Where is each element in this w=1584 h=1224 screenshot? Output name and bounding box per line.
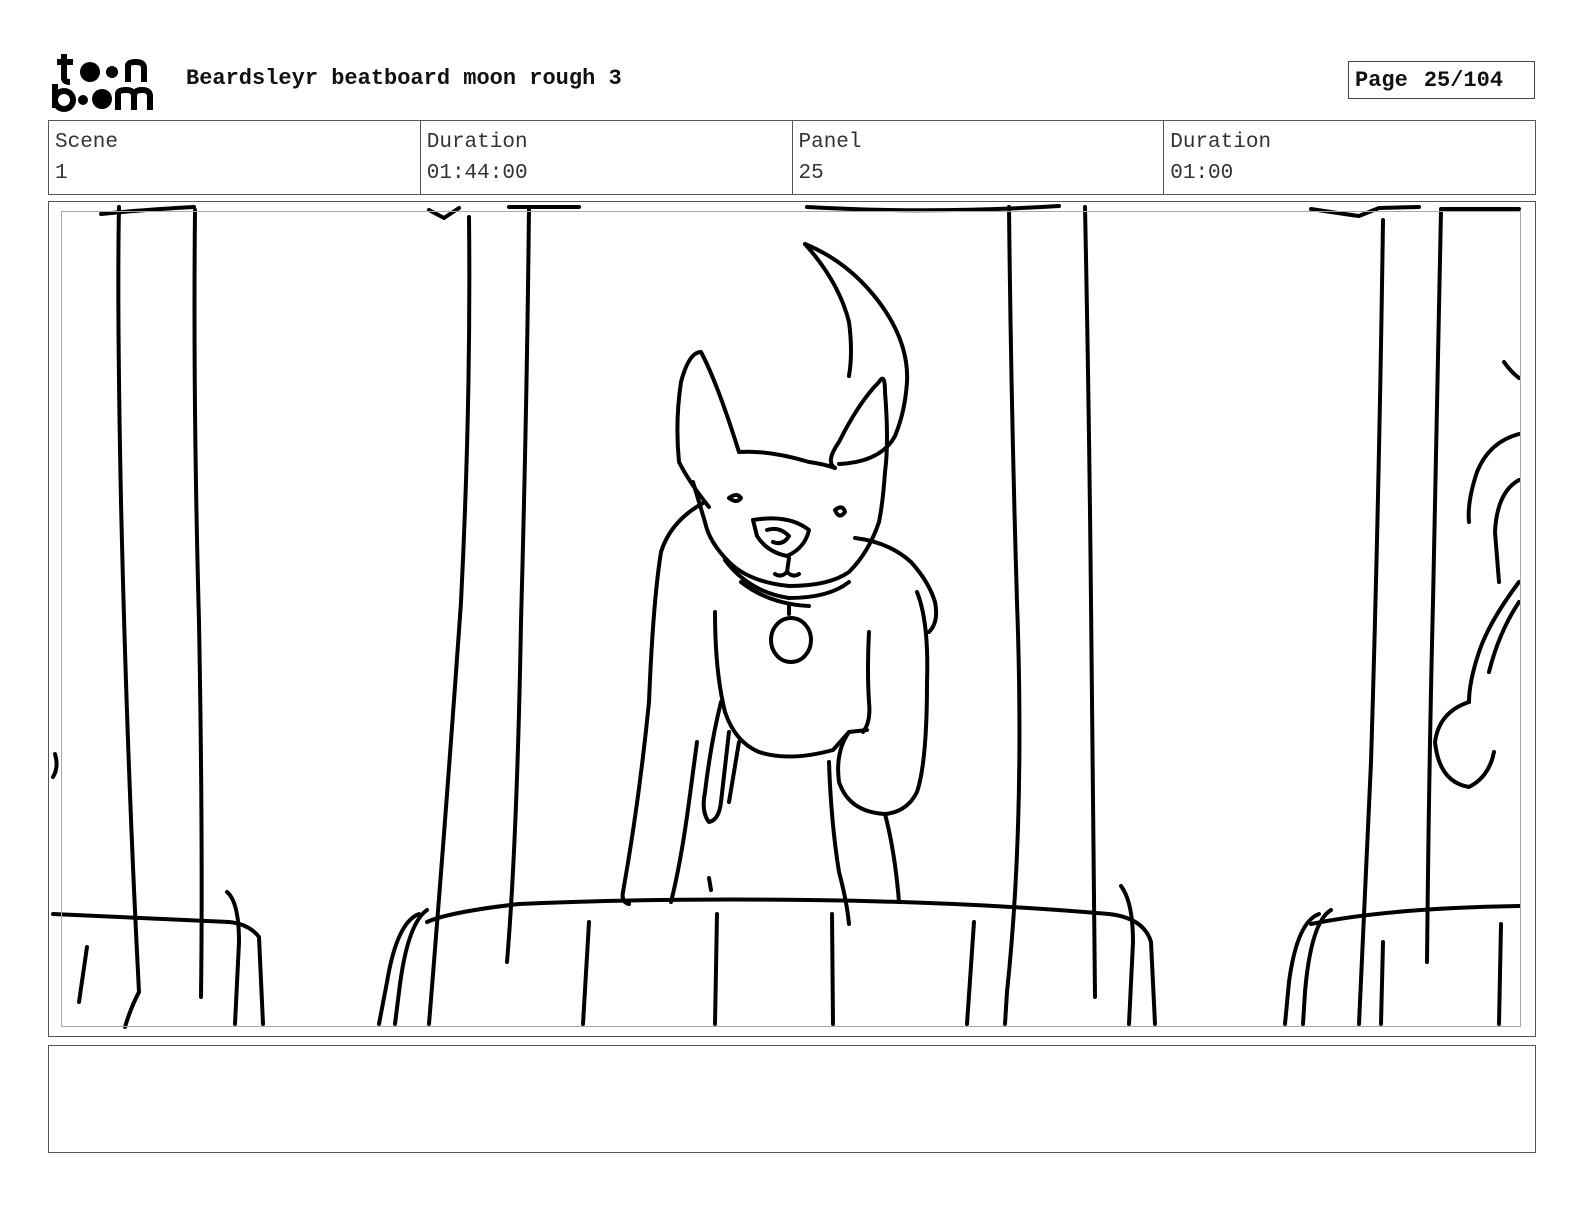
panel-info-row: Scene 1 Duration 01:44:00 Panel 25 Durat…: [48, 120, 1536, 195]
scene-label: Scene: [55, 131, 119, 154]
page-label: Page: [1355, 67, 1408, 93]
scene-duration-label: Duration: [426, 131, 528, 154]
document-title: Beardsleyr beatboard moon rough 3: [186, 66, 622, 91]
storyboard-sketch-icon: [51, 204, 1521, 1029]
panel-duration-label: Duration: [1170, 131, 1272, 154]
scene-duration-cell: Duration 01:44:00: [421, 121, 793, 194]
page-indicator: Page 25/104: [1348, 61, 1535, 99]
scene-duration-value: 01:44:00: [426, 162, 528, 185]
panel-duration-value: 01:00: [1170, 162, 1234, 185]
panel-duration-cell: Duration 01:00: [1164, 121, 1535, 194]
page-number: 25/104: [1423, 67, 1504, 93]
storyboard-panel: [48, 201, 1536, 1037]
scene-cell: Scene 1: [49, 121, 421, 194]
toonboom-logo-icon: [52, 54, 153, 112]
scene-value: 1: [55, 162, 68, 185]
panel-notes-box[interactable]: [48, 1045, 1536, 1153]
panel-label: Panel: [798, 131, 862, 154]
panel-value: 25: [798, 162, 824, 185]
toonboom-logo: [52, 50, 164, 112]
panel-cell: Panel 25: [793, 121, 1165, 194]
